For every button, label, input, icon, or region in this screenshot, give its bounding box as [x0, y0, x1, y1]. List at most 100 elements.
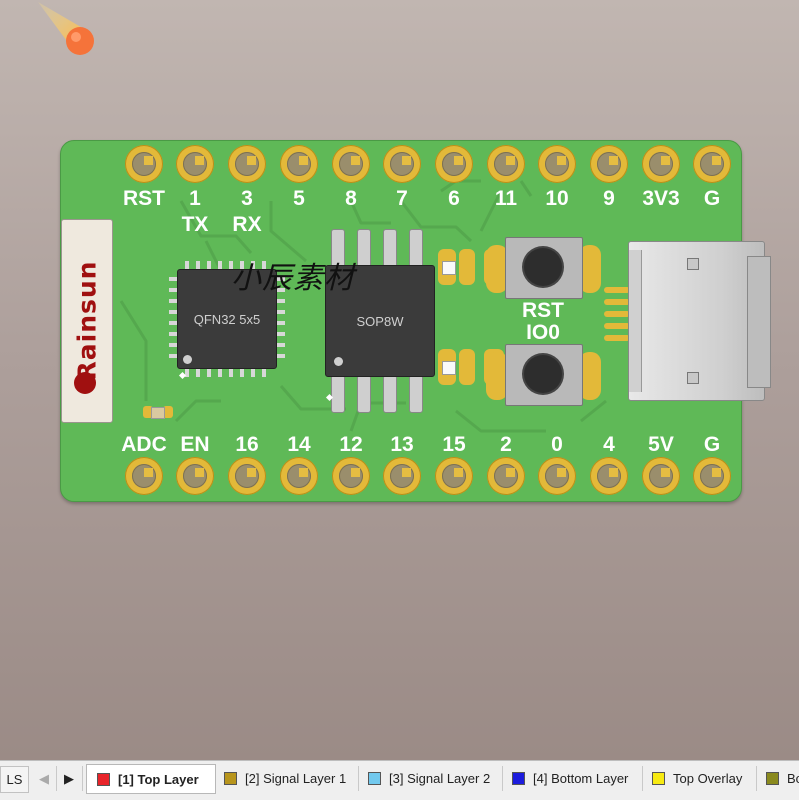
- top-pin-label: G: [703, 187, 721, 210]
- bottom-header-pad[interactable]: [590, 457, 628, 495]
- bottom-header-pad[interactable]: [487, 457, 525, 495]
- top-header-pad[interactable]: [176, 145, 214, 183]
- qfn-pin: [169, 354, 177, 358]
- scroll-left-button[interactable]: ◀: [32, 766, 57, 791]
- top-header-pad[interactable]: [538, 145, 576, 183]
- qfn-pin: [251, 369, 255, 377]
- pcb-board[interactable]: RST 1 TX 3 RX 5 8 7 6 11 10 9 3V3 G ADC EN 16 14 12 13 15 2 0…: [60, 140, 771, 502]
- top-header-pad[interactable]: [332, 145, 370, 183]
- layer-tab-label: Top Overlay: [673, 771, 743, 786]
- chevron-right-icon: ▶: [64, 770, 74, 786]
- ls-label: LS: [6, 772, 23, 787]
- chip-antenna: Rainsun: [61, 219, 113, 423]
- bottom-pin-label: 16: [235, 433, 259, 456]
- top-header-pad[interactable]: [280, 145, 318, 183]
- led-indicator-bottom: [442, 361, 456, 375]
- layer-tab-label: [4] Bottom Layer: [533, 771, 629, 786]
- pcb-layer-tab-bar: LS ◀ ▶ [1] Top Layer [2] Signal Layer 1 [3…: [0, 760, 799, 800]
- bottom-pin-label: 0: [551, 433, 563, 456]
- bottom-pin-label: EN: [180, 433, 210, 456]
- layer-tab-1[interactable]: [2] Signal Layer 1: [214, 766, 359, 791]
- qfn-pin: [277, 343, 285, 347]
- top-pin-label: 6: [448, 187, 460, 210]
- top-header-pad[interactable]: [590, 145, 628, 183]
- sop8-pin: [409, 375, 423, 413]
- bottom-header-pad[interactable]: [642, 457, 680, 495]
- chevron-left-icon: ◀: [39, 770, 49, 786]
- top-header-pad[interactable]: [693, 145, 731, 183]
- layer-tab-label: Bo: [787, 771, 799, 786]
- top-header-pad[interactable]: [642, 145, 680, 183]
- top-pin-label: 9: [603, 187, 615, 210]
- bottom-header-pad[interactable]: [383, 457, 421, 495]
- bottom-pin-label: 4: [603, 433, 615, 456]
- qfn-pin: [169, 288, 177, 292]
- qfn-pin: [185, 261, 189, 269]
- layer-color-swatch: [766, 772, 779, 785]
- qfn-pin: [277, 299, 285, 303]
- top-pin-label: 3: [241, 187, 253, 210]
- qfn-pin: [277, 354, 285, 358]
- sop8-pin: [383, 375, 397, 413]
- sop8-chip-label: SOP8W: [356, 314, 404, 329]
- layer-color-swatch: [512, 772, 525, 785]
- qfn-pin: [277, 321, 285, 325]
- top-pin-label: 7: [396, 187, 408, 210]
- layer-tab-2[interactable]: [3] Signal Layer 2: [358, 766, 503, 791]
- top-pin-sublabel: RX: [232, 213, 262, 236]
- top-pin-label: 10: [545, 187, 569, 210]
- scroll-right-button[interactable]: ▶: [56, 766, 83, 791]
- layer-tab-label: [3] Signal Layer 2: [389, 771, 491, 786]
- qfn-pin: [169, 277, 177, 281]
- layer-tab-4[interactable]: Top Overlay: [642, 766, 757, 791]
- antenna-marker-dot: [74, 372, 96, 394]
- qfn-chip-label: QFN32 5x5: [193, 312, 261, 327]
- top-pin-sublabel: TX: [181, 213, 209, 236]
- layer-color-swatch: [652, 772, 665, 785]
- bottom-header-pad[interactable]: [125, 457, 163, 495]
- top-header-pad[interactable]: [383, 145, 421, 183]
- led-indicator-top: [442, 261, 456, 275]
- io0-button-cap[interactable]: [524, 355, 562, 393]
- bottom-header-pad[interactable]: [332, 457, 370, 495]
- qfn-pin: [240, 369, 244, 377]
- cursor-pointer-icon: [38, 2, 94, 55]
- layer-tab-3[interactable]: [4] Bottom Layer: [502, 766, 643, 791]
- io0-button[interactable]: [486, 344, 601, 406]
- layer-color-swatch: [97, 772, 110, 786]
- bottom-pin-label: 15: [442, 433, 466, 456]
- qfn-pin: [229, 369, 233, 377]
- rst-button[interactable]: [486, 237, 601, 299]
- layer-color-swatch: [368, 772, 381, 785]
- ls-button[interactable]: LS: [0, 766, 29, 793]
- qfn-pin: [169, 310, 177, 314]
- layer-tab-label: [1] Top Layer: [118, 771, 199, 787]
- io0-button-label: IO0: [526, 321, 560, 344]
- top-header-pad[interactable]: [228, 145, 266, 183]
- micro-usb-connector[interactable]: [628, 241, 771, 401]
- top-header-pad[interactable]: [125, 145, 163, 183]
- qfn-pin: [207, 369, 211, 377]
- layer-tab-5[interactable]: Bo: [756, 766, 799, 791]
- bottom-header-pad[interactable]: [435, 457, 473, 495]
- qfn-pin: [218, 261, 222, 269]
- bottom-header-pad[interactable]: [693, 457, 731, 495]
- qfn-pin: [169, 321, 177, 325]
- qfn-pin: [277, 310, 285, 314]
- bottom-header-pad[interactable]: [176, 457, 214, 495]
- layer-tab-0[interactable]: [1] Top Layer: [86, 764, 216, 794]
- bottom-header-pad[interactable]: [280, 457, 318, 495]
- qfn-pin: [196, 261, 200, 269]
- usb-connector-pins: [604, 287, 630, 347]
- pin1-marker: [334, 357, 343, 366]
- qfn-pin: [196, 369, 200, 377]
- bottom-header-pad[interactable]: [538, 457, 576, 495]
- top-header-pad[interactable]: [435, 145, 473, 183]
- qfn-pin: [169, 299, 177, 303]
- rst-button-cap[interactable]: [524, 248, 562, 286]
- rst-button-label: RST: [522, 299, 564, 322]
- bottom-pin-label: G: [703, 433, 721, 456]
- top-header-pad[interactable]: [487, 145, 525, 183]
- bottom-header-pad[interactable]: [228, 457, 266, 495]
- top-pin-label: 1: [189, 187, 201, 210]
